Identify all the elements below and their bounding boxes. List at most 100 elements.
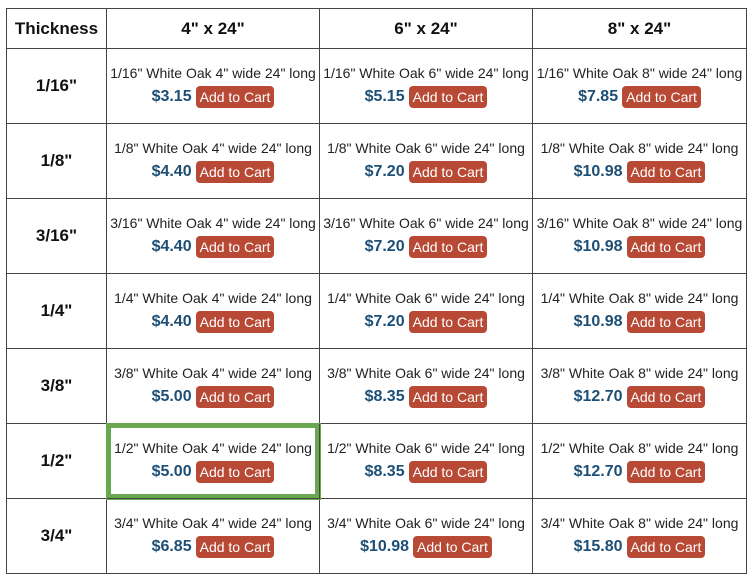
product-cell-8x24: 1/2" White Oak 8" wide 24" long $12.70 Add…: [532, 423, 747, 499]
product-cell-4x24: 1/16" White Oak 4" wide 24" long $3.15 Add…: [106, 48, 320, 124]
table-row: 1/2" 1/2" White Oak 4" wide 24" long $5.00…: [6, 422, 747, 500]
table-row: 1/16" 1/16" White Oak 4" wide 24" long $3.…: [6, 48, 747, 124]
thickness-label: 3/16": [6, 198, 107, 274]
product-cell-6x24: 1/16" White Oak 6" wide 24" long $5.15 Add…: [319, 48, 533, 124]
add-to-cart-button[interactable]: Add to Cart: [408, 461, 488, 483]
add-to-cart-button[interactable]: Add to Cart: [195, 536, 275, 558]
buy-line: $10.98 Add to Cart: [533, 161, 746, 183]
product-cell-8x24: 1/8" White Oak 8" wide 24" long $10.98 Add…: [532, 123, 747, 199]
buy-line: $5.00 Add to Cart: [107, 461, 319, 483]
add-to-cart-button[interactable]: Add to Cart: [195, 161, 275, 183]
product-price: $5.15: [364, 88, 405, 105]
header-6x24: 6" x 24": [319, 8, 533, 49]
add-to-cart-button[interactable]: Add to Cart: [195, 461, 275, 483]
product-price: $10.98: [573, 238, 623, 255]
product-price: $7.20: [364, 163, 405, 180]
product-description: 3/4" White Oak 4" wide 24" long: [114, 515, 312, 531]
thickness-label: 3/4": [6, 498, 107, 574]
add-to-cart-button[interactable]: Add to Cart: [408, 236, 488, 258]
buy-line: $12.70 Add to Cart: [533, 386, 746, 408]
buy-line: $8.35 Add to Cart: [320, 461, 532, 483]
product-price: $8.35: [364, 463, 405, 480]
buy-line: $4.40 Add to Cart: [107, 311, 319, 333]
product-cell-4x24: 3/16" White Oak 4" wide 24" long $4.40 Add…: [106, 198, 320, 274]
product-description: 3/16" White Oak 8" wide 24" long: [536, 215, 743, 231]
add-to-cart-button[interactable]: Add to Cart: [408, 161, 488, 183]
product-description: 1/16" White Oak 8" wide 24" long: [536, 65, 743, 81]
product-description: 1/2" White Oak 8" wide 24" long: [540, 440, 739, 456]
add-to-cart-button[interactable]: Add to Cart: [626, 386, 706, 408]
buy-line: $6.85 Add to Cart: [107, 536, 319, 558]
buy-line: $12.70 Add to Cart: [533, 461, 746, 483]
price-table: Thickness 4" x 24" 6" x 24" 8" x 24" 1/1…: [6, 8, 747, 574]
add-to-cart-button[interactable]: Add to Cart: [622, 86, 701, 108]
buy-line: $5.00 Add to Cart: [107, 386, 319, 408]
header-row: Thickness 4" x 24" 6" x 24" 8" x 24": [6, 8, 747, 49]
buy-line: $7.20 Add to Cart: [320, 236, 532, 258]
product-price: $7.20: [364, 313, 405, 330]
product-price: $7.85: [578, 88, 619, 105]
product-description: 1/4" White Oak 6" wide 24" long: [327, 290, 525, 306]
buy-line: $5.15 Add to Cart: [320, 86, 532, 108]
add-to-cart-button[interactable]: Add to Cart: [195, 86, 275, 108]
add-to-cart-button[interactable]: Add to Cart: [413, 536, 492, 558]
buy-line: $3.15 Add to Cart: [107, 86, 319, 108]
product-cell-4x24: 1/8" White Oak 4" wide 24" long $4.40 Add …: [106, 123, 320, 199]
product-description: 3/4" White Oak 6" wide 24" long: [327, 515, 525, 531]
product-description: 1/8" White Oak 4" wide 24" long: [114, 140, 312, 156]
product-price: $15.80: [573, 538, 623, 555]
table-row: 1/8" 1/8" White Oak 4" wide 24" long $4.40…: [6, 123, 747, 199]
product-price: $12.70: [573, 463, 623, 480]
add-to-cart-button[interactable]: Add to Cart: [626, 311, 706, 333]
product-cell-4x24: 1/4" White Oak 4" wide 24" long $4.40 Add …: [106, 273, 320, 349]
buy-line: $7.20 Add to Cart: [320, 311, 532, 333]
product-cell-6x24: 3/8" White Oak 6" wide 24" long $8.35 Add …: [319, 348, 533, 424]
thickness-label: 1/8": [6, 123, 107, 199]
product-cell-8x24: 3/8" White Oak 8" wide 24" long $12.70 Add…: [532, 348, 747, 424]
header-8x24: 8" x 24": [532, 8, 747, 49]
product-cell-4x24: 3/4" White Oak 4" wide 24" long $6.85 Add …: [106, 498, 320, 574]
table-row: 3/16" 3/16" White Oak 4" wide 24" long $4.…: [6, 198, 747, 274]
product-cell-8x24: 1/4" White Oak 8" wide 24" long $10.98 Add…: [532, 273, 747, 349]
product-description: 1/16" White Oak 4" wide 24" long: [110, 65, 316, 81]
buy-line: $15.80 Add to Cart: [533, 536, 746, 558]
header-4x24: 4" x 24": [106, 8, 320, 49]
table-body: 1/16" 1/16" White Oak 4" wide 24" long $3.…: [6, 48, 747, 574]
product-description: 1/2" White Oak 4" wide 24" long: [114, 440, 312, 456]
buy-line: $10.98 Add to Cart: [320, 536, 532, 558]
add-to-cart-button[interactable]: Add to Cart: [195, 386, 275, 408]
thickness-label: 3/8": [6, 348, 107, 424]
product-description: 3/8" White Oak 6" wide 24" long: [327, 365, 525, 381]
add-to-cart-button[interactable]: Add to Cart: [626, 161, 706, 183]
product-cell-8x24: 3/4" White Oak 8" wide 24" long $15.80 Add…: [532, 498, 747, 574]
product-cell-8x24: 1/16" White Oak 8" wide 24" long $7.85 Add…: [532, 48, 747, 124]
buy-line: $7.85 Add to Cart: [533, 86, 746, 108]
product-price: $5.00: [151, 388, 192, 405]
thickness-label: 1/4": [6, 273, 107, 349]
product-description: 3/16" White Oak 6" wide 24" long: [323, 215, 529, 231]
add-to-cart-button[interactable]: Add to Cart: [408, 386, 488, 408]
add-to-cart-button[interactable]: Add to Cart: [195, 236, 275, 258]
add-to-cart-button[interactable]: Add to Cart: [408, 86, 488, 108]
product-description: 1/4" White Oak 8" wide 24" long: [540, 290, 739, 306]
product-price: $7.20: [364, 238, 405, 255]
product-cell-6x24: 3/4" White Oak 6" wide 24" long $10.98 Add…: [319, 498, 533, 574]
add-to-cart-button[interactable]: Add to Cart: [195, 311, 275, 333]
product-price: $8.35: [364, 388, 405, 405]
add-to-cart-button[interactable]: Add to Cart: [626, 461, 706, 483]
product-cell-6x24: 1/2" White Oak 6" wide 24" long $8.35 Add …: [319, 423, 533, 499]
buy-line: $4.40 Add to Cart: [107, 236, 319, 258]
thickness-label: 1/16": [6, 48, 107, 124]
product-cell-6x24: 1/4" White Oak 6" wide 24" long $7.20 Add …: [319, 273, 533, 349]
buy-line: $10.98 Add to Cart: [533, 311, 746, 333]
add-to-cart-button[interactable]: Add to Cart: [626, 536, 706, 558]
product-price: $4.40: [151, 163, 192, 180]
add-to-cart-button[interactable]: Add to Cart: [408, 311, 488, 333]
product-price: $3.15: [151, 88, 192, 105]
thickness-label: 1/2": [6, 423, 107, 499]
product-description: 3/8" White Oak 8" wide 24" long: [540, 365, 739, 381]
add-to-cart-button[interactable]: Add to Cart: [626, 236, 706, 258]
product-cell-6x24: 3/16" White Oak 6" wide 24" long $7.20 Add…: [319, 198, 533, 274]
product-description: 1/8" White Oak 6" wide 24" long: [327, 140, 525, 156]
buy-line: $8.35 Add to Cart: [320, 386, 532, 408]
